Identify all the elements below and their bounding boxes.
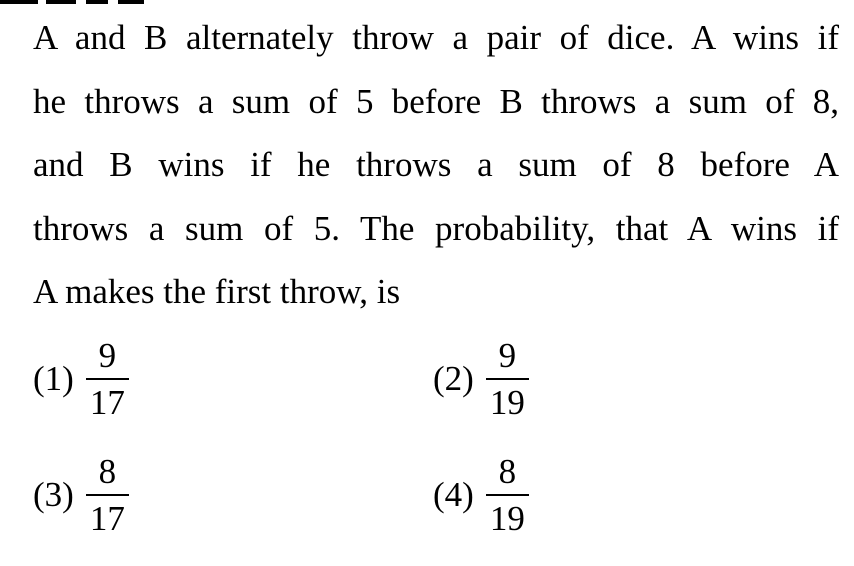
option-2-label: (2) <box>433 359 474 398</box>
question-line-3: and B wins if he throws a sum of 8 befor… <box>33 145 839 184</box>
question-line-2: he throws a sum of 5 before B throws a s… <box>33 81 839 121</box>
option-1-fraction: 9 17 <box>85 336 129 422</box>
option-2-denominator: 19 <box>489 383 525 422</box>
option-3-fraction: 8 17 <box>85 452 129 538</box>
option-2[interactable]: (2) 9 19 <box>433 338 529 420</box>
option-2-numerator: 9 <box>498 336 517 375</box>
option-1-numerator: 9 <box>98 336 117 375</box>
option-4-label: (4) <box>433 475 474 514</box>
option-3[interactable]: (3) 8 17 <box>33 454 129 536</box>
option-3-label: (3) <box>33 475 74 514</box>
option-3-numerator: 8 <box>98 452 117 491</box>
question-line-1: A and B alternately throw a pair of dice… <box>33 18 839 57</box>
option-1-denominator: 17 <box>89 383 125 422</box>
cut-off-heading <box>0 0 160 4</box>
option-4-denominator: 19 <box>489 499 525 538</box>
option-2-fraction: 9 19 <box>485 336 529 422</box>
option-4-fraction: 8 19 <box>485 452 529 538</box>
option-1[interactable]: (1) 9 17 <box>33 338 129 420</box>
option-4[interactable]: (4) 8 19 <box>433 454 529 536</box>
question-line-4: throws a sum of 5. The probability, that… <box>33 208 839 248</box>
option-4-numerator: 8 <box>498 452 517 491</box>
option-1-label: (1) <box>33 359 74 398</box>
option-3-denominator: 17 <box>89 499 125 538</box>
question-text: A and B alternately throw a pair of dice… <box>33 6 839 324</box>
question-line-5: A makes the first throw, is <box>33 272 401 311</box>
